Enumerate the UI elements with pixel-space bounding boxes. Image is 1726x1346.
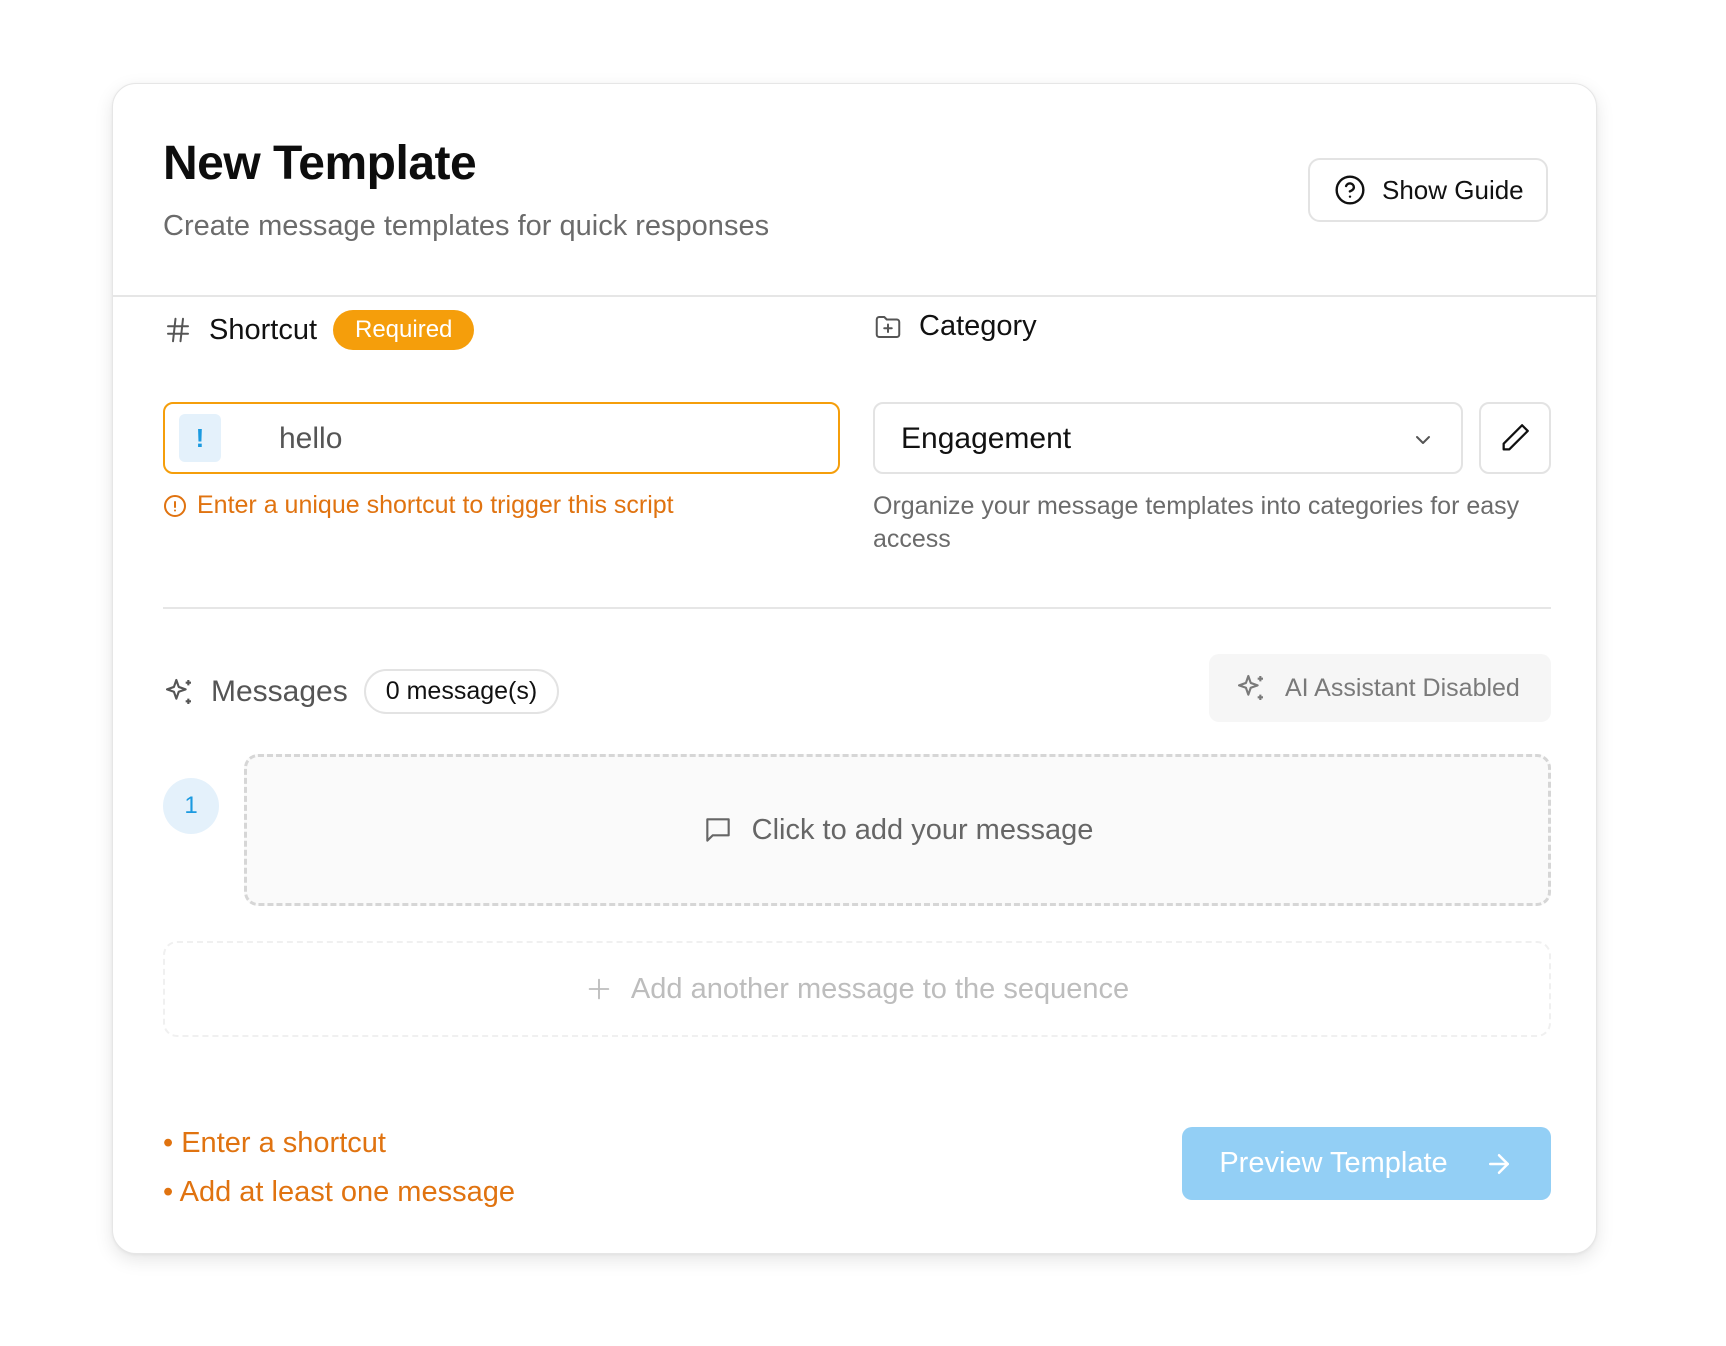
category-label-row: Category [873, 310, 1037, 343]
validation-item: • Add at least one message [163, 1176, 515, 1208]
shortcut-label: Shortcut [209, 313, 317, 346]
category-label: Category [919, 310, 1037, 342]
hash-icon [167, 317, 189, 343]
help-circle-icon [1335, 175, 1365, 205]
add-message-placeholder: Click to add your message [751, 813, 1094, 846]
message-step-number: 1 [163, 778, 219, 834]
add-message-dropzone[interactable]: Click to add your message [244, 754, 1551, 906]
info-circle-icon [164, 494, 186, 517]
messages-label-row: Messages 0 message(s) [163, 669, 560, 714]
category-help-text: Organize your message templates into cat… [873, 492, 1520, 553]
sparkles-icon [165, 678, 191, 704]
category-selected-value: Engagement [901, 422, 1072, 455]
shortcut-label-row: Shortcut Required [163, 310, 475, 350]
validation-list: • Enter a shortcut • Add at least one me… [163, 1119, 515, 1217]
card-header: New Template Create message templates fo… [113, 84, 1596, 297]
message-count-badge: 0 message(s) [363, 669, 560, 714]
preview-template-label: Preview Template [1219, 1147, 1448, 1179]
shortcut-input[interactable]: ! hello [163, 402, 840, 474]
shortcut-prefix: ! [179, 414, 221, 462]
shortcut-value: hello [279, 422, 343, 455]
new-template-card: New Template Create message templates fo… [112, 83, 1597, 1254]
section-divider [163, 607, 1551, 609]
pencil-icon [1502, 424, 1529, 451]
shortcut-error-text: Enter a unique shortcut to trigger this … [197, 491, 674, 519]
add-another-label: Add another message to the sequence [630, 972, 1130, 1005]
sparkles-icon [1237, 674, 1263, 700]
page-title: New Template [163, 137, 477, 190]
category-select[interactable]: Engagement [873, 402, 1463, 474]
ai-assistant-button[interactable]: AI Assistant Disabled [1209, 654, 1551, 722]
edit-category-button[interactable] [1479, 402, 1551, 474]
required-badge: Required [333, 310, 475, 350]
arrow-right-icon [1488, 1153, 1509, 1174]
ai-assistant-label: AI Assistant Disabled [1285, 673, 1520, 702]
messages-label: Messages [211, 674, 348, 708]
page-subtitle: Create message templates for quick respo… [163, 210, 770, 242]
validation-item: • Enter a shortcut [163, 1127, 386, 1159]
plus-icon [588, 978, 610, 1000]
show-guide-label: Show Guide [1382, 174, 1524, 205]
folder-plus-icon [875, 315, 901, 338]
message-square-icon [705, 818, 730, 842]
chevron-down-icon [1416, 436, 1430, 444]
show-guide-button[interactable]: Show Guide [1308, 158, 1548, 222]
add-another-message-button[interactable]: Add another message to the sequence [163, 941, 1551, 1037]
preview-template-button[interactable]: Preview Template [1182, 1127, 1551, 1200]
shortcut-error-hint: Enter a unique shortcut to trigger this … [163, 491, 674, 520]
